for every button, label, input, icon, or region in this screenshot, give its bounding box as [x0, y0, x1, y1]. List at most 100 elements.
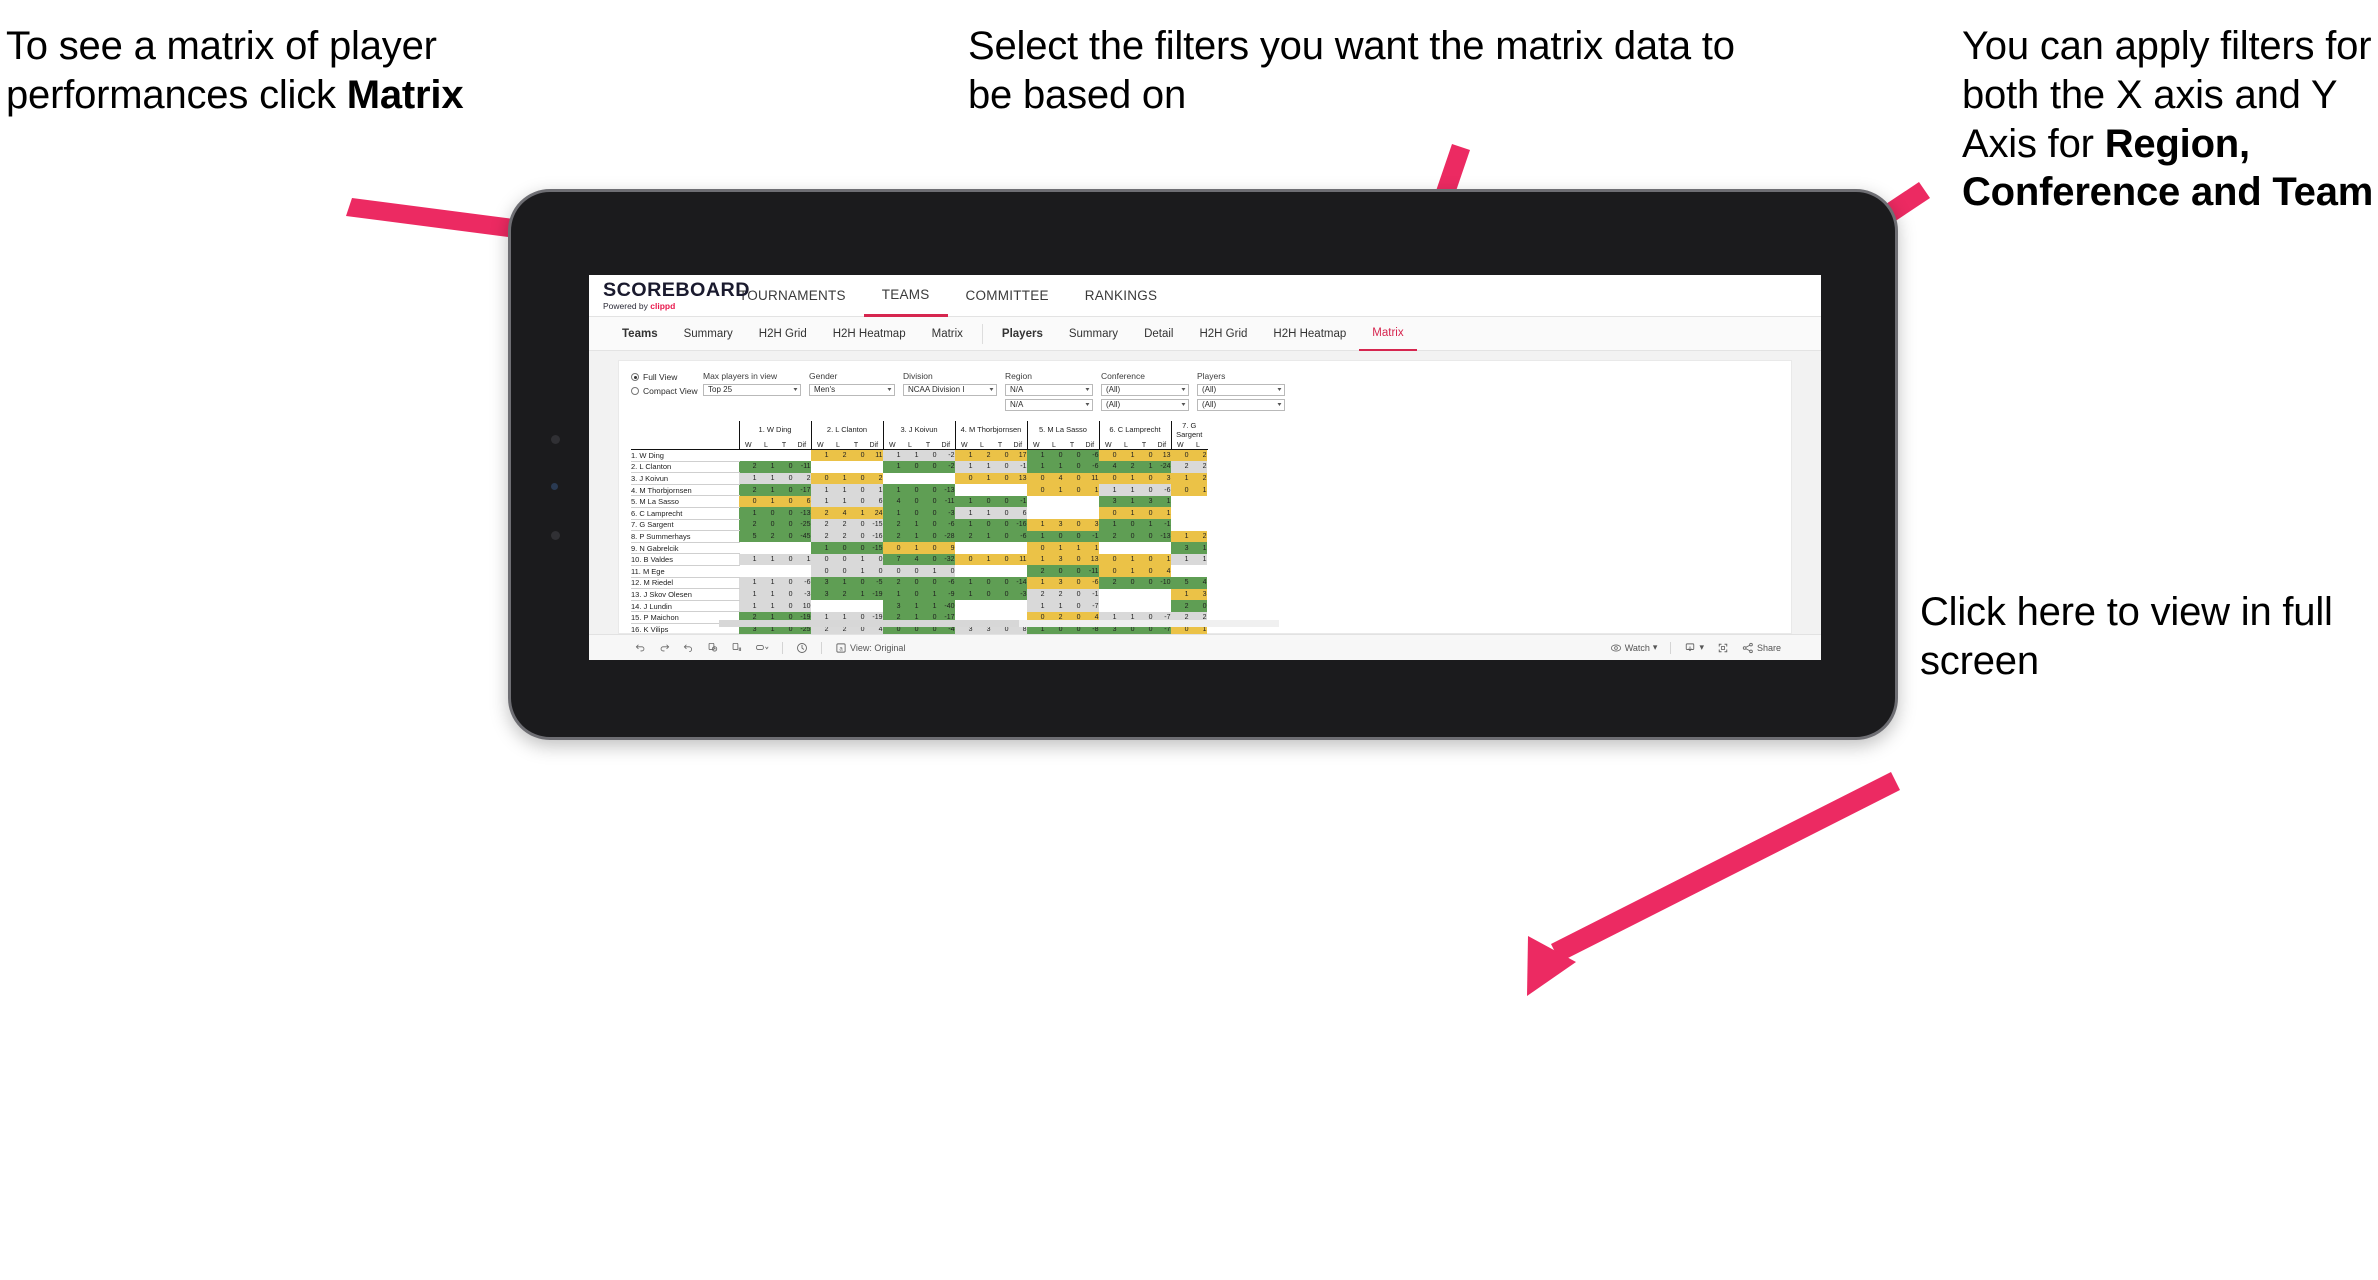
matrix-cell[interactable]: [1081, 495, 1099, 508]
matrix-cell[interactable]: 1: [901, 600, 919, 612]
matrix-cell[interactable]: 1: [1099, 519, 1117, 531]
matrix-cell[interactable]: 0: [775, 588, 793, 601]
matrix-cell[interactable]: 0: [883, 542, 901, 554]
matrix-row[interactable]: 9. N Gabrelcik 1 0 0 -15 0 1 0 9 0 1 1 1 3 1: [631, 541, 1207, 555]
subnav-players-summary[interactable]: Summary: [1056, 317, 1131, 351]
radio-full-view[interactable]: Full View: [631, 372, 703, 382]
matrix-cell[interactable]: [793, 449, 811, 462]
matrix-cell[interactable]: 2: [811, 519, 829, 531]
matrix-cell[interactable]: 1: [811, 542, 829, 554]
matrix-cell[interactable]: 0: [775, 553, 793, 566]
matrix-cell[interactable]: 0: [919, 519, 937, 531]
matrix-cell[interactable]: 1: [811, 484, 829, 496]
matrix-cell[interactable]: 0: [1135, 530, 1153, 543]
matrix-cell[interactable]: [973, 565, 991, 578]
matrix-cell[interactable]: 0: [1117, 519, 1135, 531]
matrix-cell[interactable]: 0: [757, 519, 775, 531]
matrix-cell[interactable]: 1: [1117, 507, 1135, 520]
matrix-cell[interactable]: 2: [955, 530, 973, 543]
matrix-cell[interactable]: 3: [883, 600, 901, 612]
matrix-cell[interactable]: 0: [811, 553, 829, 566]
matrix-row[interactable]: 12. M Riedel 1 1 0 -6 3 1 0 -5 2 0 0 -6 1 0 0 -14 1 3 0 -6 2 0…: [631, 576, 1207, 590]
matrix-cell[interactable]: 4: [1045, 472, 1063, 485]
matrix-cell[interactable]: 0: [847, 530, 865, 543]
matrix-cell[interactable]: 2: [1189, 461, 1207, 473]
matrix-cell[interactable]: -1: [1009, 495, 1027, 508]
matrix-cell[interactable]: 0: [1171, 449, 1189, 462]
matrix-cell[interactable]: 3: [1171, 542, 1189, 554]
matrix-cell[interactable]: [829, 600, 847, 612]
filter-conference-select-y[interactable]: (All) ▾: [1101, 398, 1189, 411]
scoreboard-logo[interactable]: SCOREBOARD Powered by clippd: [603, 281, 749, 311]
matrix-cell[interactable]: 1: [973, 553, 991, 566]
matrix-cell[interactable]: 13: [1153, 449, 1171, 462]
matrix-cell[interactable]: -11: [1081, 565, 1099, 578]
matrix-cell[interactable]: -6: [1009, 530, 1027, 543]
matrix-cell[interactable]: 1: [883, 507, 901, 520]
matrix-cell[interactable]: 1: [1045, 600, 1063, 612]
matrix-cell[interactable]: 1: [811, 449, 829, 462]
subnav-players-h2h-grid[interactable]: H2H Grid: [1186, 317, 1260, 351]
matrix-cell[interactable]: 2: [739, 461, 757, 473]
download-button[interactable]: ▾: [1684, 642, 1704, 654]
filter-players-select-y[interactable]: (All) ▾: [1197, 398, 1285, 411]
matrix-cell[interactable]: 0: [1045, 449, 1063, 462]
redo-icon[interactable]: [659, 642, 670, 653]
matrix-cell[interactable]: [775, 542, 793, 554]
matrix-cell[interactable]: 1: [901, 519, 919, 531]
matrix-cell[interactable]: 7: [883, 553, 901, 566]
matrix-cell[interactable]: [865, 461, 883, 473]
matrix-cell[interactable]: [991, 565, 1009, 578]
matrix-cell[interactable]: 1: [739, 588, 757, 601]
matrix-cell[interactable]: 0: [1099, 553, 1117, 566]
matrix-cell[interactable]: [1153, 588, 1171, 601]
matrix-cell[interactable]: 1: [739, 600, 757, 612]
matrix-cell[interactable]: [1099, 600, 1117, 612]
matrix-cell[interactable]: 0: [1135, 565, 1153, 578]
matrix-cell[interactable]: 0: [829, 565, 847, 578]
matrix-cell[interactable]: 1: [1171, 472, 1189, 485]
matrix-cell[interactable]: [937, 472, 955, 485]
matrix-cell[interactable]: 4: [1153, 565, 1171, 578]
matrix-cell[interactable]: 1: [847, 588, 865, 601]
matrix-cell[interactable]: 2: [1027, 565, 1045, 578]
matrix-cell[interactable]: 5: [1171, 577, 1189, 589]
matrix-cell[interactable]: 0: [775, 495, 793, 508]
matrix-cell[interactable]: -5: [865, 577, 883, 589]
matrix-cell[interactable]: 3: [1153, 472, 1171, 485]
matrix-cell[interactable]: 0: [955, 553, 973, 566]
matrix-cell[interactable]: [757, 565, 775, 578]
matrix-cell[interactable]: 1: [955, 519, 973, 531]
matrix-cell[interactable]: 2: [1045, 588, 1063, 601]
matrix-cell[interactable]: 0: [1135, 507, 1153, 520]
matrix-cell[interactable]: -17: [793, 484, 811, 496]
matrix-cell[interactable]: 0: [1099, 565, 1117, 578]
matrix-cell[interactable]: 1: [1027, 519, 1045, 531]
matrix-cell[interactable]: 1: [829, 484, 847, 496]
matrix-cell[interactable]: [1099, 542, 1117, 554]
matrix-cell[interactable]: -6: [1153, 484, 1171, 496]
matrix-row[interactable]: 5. M La Sasso 0 1 0 6 1 1 0 6 4 0 0 -11 1 0 0 -1 3 1 3 1: [631, 495, 1207, 508]
matrix-cell[interactable]: 1: [1117, 565, 1135, 578]
matrix-cell[interactable]: -10: [1153, 577, 1171, 589]
matrix-cell[interactable]: 0: [1063, 449, 1081, 462]
matrix-cell[interactable]: 0: [1171, 484, 1189, 496]
matrix-cell[interactable]: 0: [865, 565, 883, 578]
matrix-cell[interactable]: -13: [793, 507, 811, 520]
matrix-cell[interactable]: [919, 472, 937, 485]
matrix-cell[interactable]: 0: [991, 495, 1009, 508]
matrix-cell[interactable]: 0: [757, 507, 775, 520]
matrix-cell[interactable]: 1: [883, 461, 901, 473]
matrix-cell[interactable]: -7: [1081, 600, 1099, 612]
matrix-row[interactable]: 4. M Thorbjornsen 2 1 0 -17 1 1 0 1 1 0 0 -13 0 1 0 1 1 1 0…: [631, 483, 1207, 497]
matrix-cell[interactable]: 0: [919, 507, 937, 520]
matrix-cell[interactable]: [793, 565, 811, 578]
matrix-cell[interactable]: 1: [1117, 553, 1135, 566]
matrix-cell[interactable]: 0: [991, 530, 1009, 543]
matrix-cell[interactable]: 0: [955, 472, 973, 485]
matrix-cell[interactable]: 11: [1009, 553, 1027, 566]
matrix-cell[interactable]: 0: [1189, 600, 1207, 612]
matrix-row[interactable]: 2. L Clanton 2 1 0 -11 1 0 0 -2 1 1 0 -1 1 1 0 -6 4 2 1 -24 2…: [631, 460, 1207, 474]
matrix-cell[interactable]: -6: [937, 519, 955, 531]
matrix-cell[interactable]: [991, 600, 1009, 612]
